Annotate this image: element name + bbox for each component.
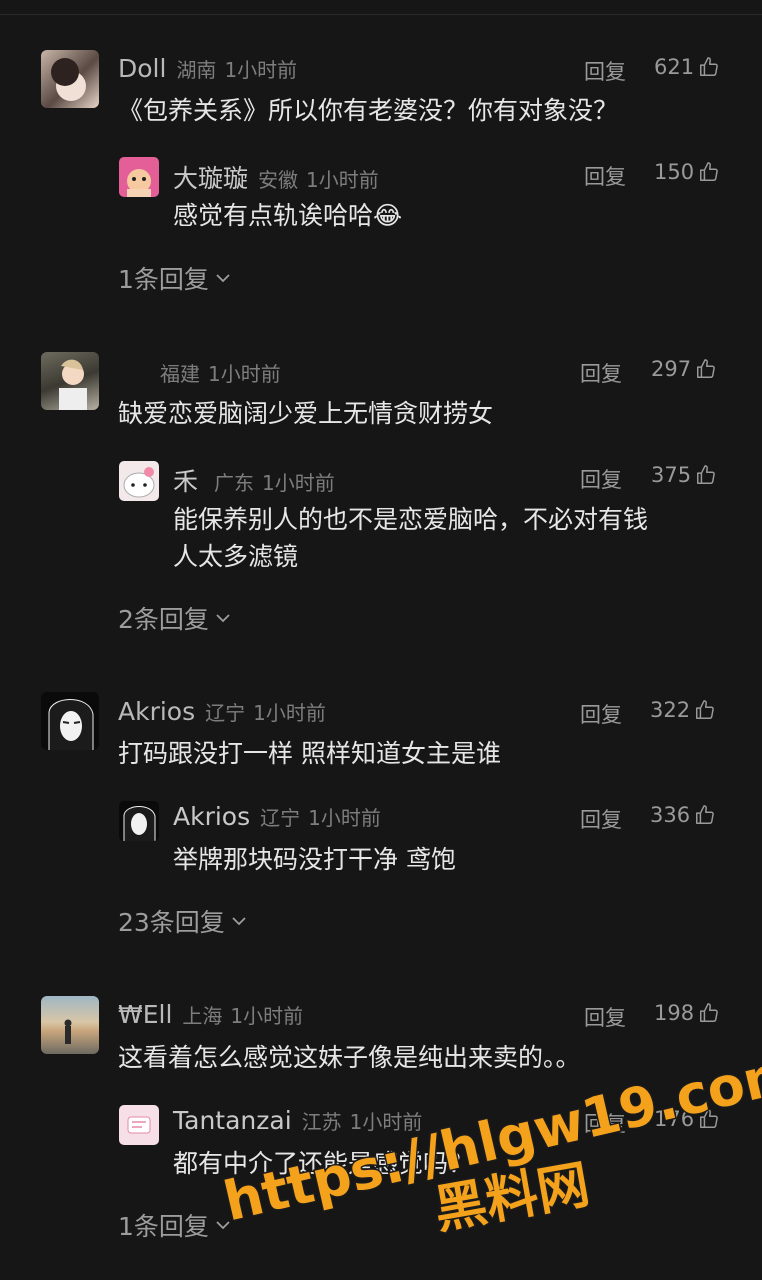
avatar[interactable] bbox=[41, 692, 99, 750]
comment-text: 打码跟没打一样 照样知道女主是谁 bbox=[118, 739, 501, 768]
reply-text: 人太多滤镜 bbox=[173, 542, 299, 571]
user-location: 福建 bbox=[160, 362, 200, 386]
reply-meta: Akrios 辽宁 1小时前 bbox=[173, 802, 381, 831]
comment-time: 1小时前 bbox=[253, 701, 326, 725]
user-location: 辽宁 bbox=[205, 701, 246, 725]
avatar[interactable] bbox=[41, 996, 99, 1054]
like-button[interactable]: 621 bbox=[654, 55, 720, 79]
comment-meta: ₩Ell 上海 1小时前 bbox=[118, 1000, 303, 1029]
avatar[interactable] bbox=[119, 461, 159, 501]
comment-meta: 福建 1小时前 bbox=[160, 358, 281, 387]
thumbs-up-icon bbox=[700, 1003, 718, 1022]
watermark: https://hlgw19.com 黑料网 bbox=[217, 1038, 762, 1242]
view-replies-button[interactable]: 23条回复 bbox=[118, 903, 247, 939]
view-replies-label: 2条回复 bbox=[118, 605, 209, 634]
thumbs-up-icon bbox=[700, 57, 718, 76]
avatar[interactable] bbox=[119, 157, 159, 197]
avatar[interactable] bbox=[119, 801, 159, 841]
like-count: 150 bbox=[654, 160, 695, 184]
comment-time: 1小时前 bbox=[230, 1004, 304, 1028]
user-name[interactable]: 禾 bbox=[173, 462, 198, 498]
thumbs-up-icon bbox=[696, 700, 714, 719]
like-count: 375 bbox=[651, 463, 692, 487]
like-button[interactable]: 375 bbox=[651, 463, 717, 487]
chevron-down-icon bbox=[216, 274, 230, 283]
reply-text: 能保养别人的也不是恋爱脑哈，不必对有钱 bbox=[173, 505, 649, 534]
comment-text: 缺爱恋爱脑阔少爱上无情贪财捞女 bbox=[118, 399, 494, 428]
user-location: 安徽 bbox=[258, 168, 299, 192]
user-location: 湖南 bbox=[176, 58, 217, 82]
comment-text: 《包养关系》所以你有老婆没？你有对象没？ bbox=[118, 96, 619, 125]
like-button[interactable]: 198 bbox=[654, 1001, 720, 1025]
avatar[interactable] bbox=[41, 50, 99, 108]
like-count: 621 bbox=[654, 55, 695, 79]
view-replies-label: 1条回复 bbox=[118, 265, 209, 294]
user-name[interactable]: Doll bbox=[118, 54, 166, 83]
reply-meta: 禾 广东 1小时前 bbox=[173, 462, 335, 498]
like-count: 297 bbox=[651, 357, 692, 381]
user-location: 广东 bbox=[214, 471, 255, 495]
comment-time: 1小时前 bbox=[262, 471, 335, 495]
thumbs-up-icon bbox=[697, 359, 715, 378]
user-name[interactable]: Akrios bbox=[118, 697, 195, 726]
user-name[interactable]: ₩Ell bbox=[118, 1000, 172, 1029]
thumbs-up-icon bbox=[697, 465, 715, 484]
reply-button[interactable]: 回复 bbox=[580, 464, 622, 494]
view-replies-label: 23条回复 bbox=[118, 908, 225, 937]
like-button[interactable]: 336 bbox=[650, 803, 716, 827]
avatar[interactable] bbox=[119, 1105, 159, 1145]
comment-time: 1小时前 bbox=[308, 806, 381, 830]
user-name[interactable]: 大璇璇 bbox=[173, 159, 248, 195]
reply-button[interactable]: 回复 bbox=[580, 358, 622, 388]
thumbs-up-icon bbox=[696, 805, 714, 824]
comment-time: 1小时前 bbox=[306, 168, 379, 192]
reply-meta: 大璇璇 安徽 1小时前 bbox=[173, 159, 379, 195]
reply-button[interactable]: 回复 bbox=[584, 1002, 626, 1032]
comment-time: 1小时前 bbox=[224, 58, 298, 82]
avatar[interactable] bbox=[41, 352, 99, 410]
chevron-down-icon bbox=[216, 614, 230, 623]
user-name[interactable]: Akrios bbox=[173, 802, 250, 831]
like-button[interactable]: 297 bbox=[651, 357, 717, 381]
view-replies-button[interactable]: 1条回复 bbox=[118, 1207, 231, 1243]
comment-meta: Doll 湖南 1小时前 bbox=[118, 54, 297, 83]
reply-text: 感觉有点轨诶哈哈😂 bbox=[173, 201, 403, 230]
reply-button[interactable]: 回复 bbox=[584, 161, 626, 191]
like-count: 322 bbox=[650, 698, 691, 722]
like-button[interactable]: 150 bbox=[654, 160, 720, 184]
thumbs-up-icon bbox=[700, 162, 718, 181]
view-replies-button[interactable]: 1条回复 bbox=[118, 260, 231, 296]
reply-button[interactable]: 回复 bbox=[584, 56, 626, 86]
comment-time: 1小时前 bbox=[208, 362, 281, 386]
user-location: 辽宁 bbox=[260, 806, 301, 830]
like-count: 336 bbox=[650, 803, 691, 827]
user-location: 上海 bbox=[182, 1004, 223, 1028]
view-replies-button[interactable]: 2条回复 bbox=[118, 600, 231, 636]
like-button[interactable]: 322 bbox=[650, 698, 716, 722]
like-count: 198 bbox=[654, 1001, 695, 1025]
chevron-down-icon bbox=[232, 917, 246, 926]
reply-text: 举牌那块码没打干净 鸢饱 bbox=[173, 845, 456, 874]
view-replies-label: 1条回复 bbox=[118, 1212, 209, 1241]
top-divider bbox=[0, 14, 762, 15]
reply-button[interactable]: 回复 bbox=[580, 699, 622, 729]
comment-meta: Akrios 辽宁 1小时前 bbox=[118, 697, 326, 726]
reply-button[interactable]: 回复 bbox=[580, 804, 622, 834]
comment-text: 这看着怎么感觉这妹子像是纯出来卖的。。 bbox=[118, 1043, 581, 1072]
